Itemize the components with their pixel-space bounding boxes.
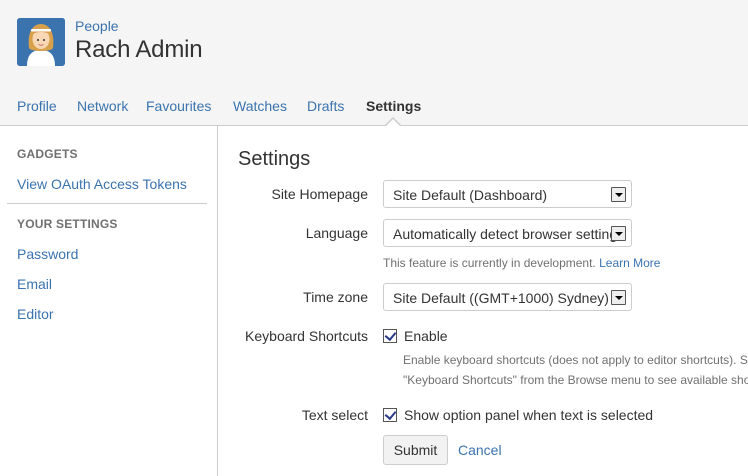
time-zone-label: Time zone [303,289,368,305]
language-hint: This feature is currently in development… [383,256,660,270]
user-avatar-icon [17,18,65,66]
tab-profile[interactable]: Profile [17,98,57,114]
profile-header: People Rach Admin [0,0,748,84]
keyboard-shortcuts-desc-line1: Enable keyboard shortcuts (does not appl… [403,353,748,367]
chevron-down-icon[interactable] [611,290,626,305]
settings-title: Settings [238,148,311,170]
sidebar: GADGETS View OAuth Access Tokens YOUR SE… [0,126,218,476]
language-hint-text: This feature is currently in development… [383,256,596,270]
submit-button[interactable]: Submit [383,435,448,465]
time-zone-value: Site Default ((GMT+1000) Sydney) [393,290,609,306]
time-zone-select[interactable]: Site Default ((GMT+1000) Sydney) [383,283,632,311]
page-title: Rach Admin [75,36,203,63]
tab-drafts[interactable]: Drafts [307,98,344,114]
sidebar-item-oauth-tokens[interactable]: View OAuth Access Tokens [17,176,187,192]
language-value: Automatically detect browser setting [393,226,618,242]
chevron-down-icon[interactable] [611,226,626,241]
keyboard-shortcuts-label: Keyboard Shortcuts [245,328,368,344]
keyboard-shortcuts-desc-line2: "Keyboard Shortcuts" from the Browse men… [403,373,748,387]
language-select[interactable]: Automatically detect browser setting [383,219,632,247]
chevron-down-icon[interactable] [611,187,626,202]
breadcrumb-people[interactable]: People [75,18,119,34]
cancel-link[interactable]: Cancel [458,442,502,458]
active-tab-indicator-inner [386,119,400,126]
keyboard-shortcuts-checkbox[interactable] [383,329,397,343]
sidebar-item-editor[interactable]: Editor [17,306,54,322]
text-select-label: Text select [301,407,368,423]
profile-tabs: Profile Network Favourites Watches Draft… [0,84,748,126]
tab-watches[interactable]: Watches [233,98,287,114]
sidebar-item-email[interactable]: Email [17,276,52,292]
sidebar-divider [7,203,207,204]
text-select-option-label[interactable]: Show option panel when text is selected [404,407,653,423]
tab-settings[interactable]: Settings [366,98,421,114]
text-select-checkbox[interactable] [383,408,397,422]
site-homepage-select[interactable]: Site Default (Dashboard) [383,180,632,208]
keyboard-shortcuts-enable-label[interactable]: Enable [404,328,448,344]
sidebar-heading-gadgets: GADGETS [17,147,78,161]
sidebar-item-password[interactable]: Password [17,246,78,262]
avatar[interactable] [17,18,65,66]
language-label: Language [305,225,368,241]
site-homepage-value: Site Default (Dashboard) [393,187,548,203]
tab-favourites[interactable]: Favourites [146,98,211,114]
site-homepage-label: Site Homepage [271,186,368,202]
sidebar-heading-your-settings: YOUR SETTINGS [17,217,118,231]
tab-network[interactable]: Network [77,98,128,114]
learn-more-link[interactable]: Learn More [599,256,660,270]
